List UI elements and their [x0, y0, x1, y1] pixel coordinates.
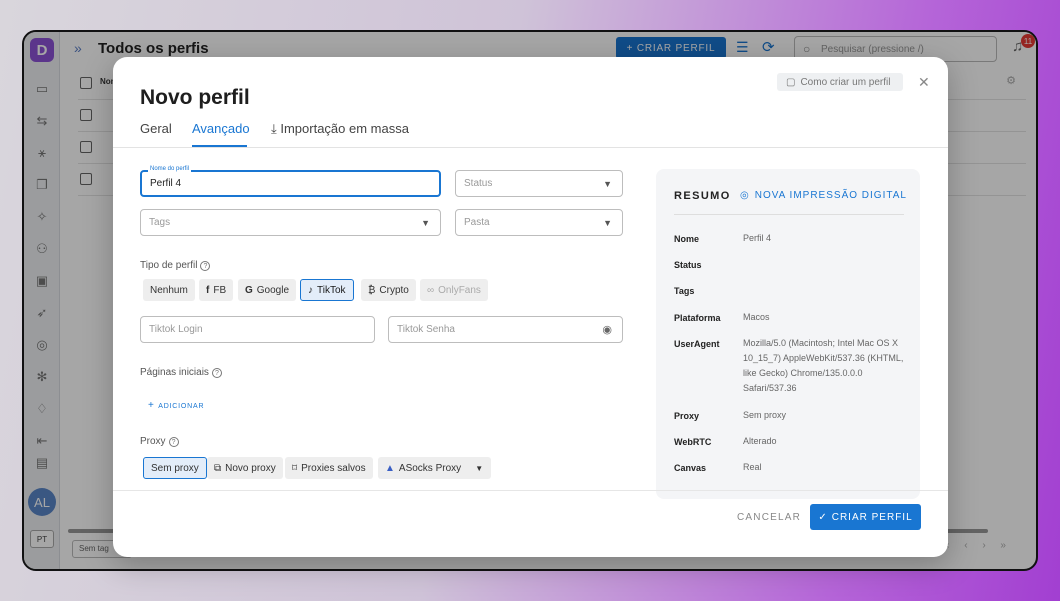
profile-name-field[interactable]: Nome do perfil Perfil 4 [140, 166, 441, 197]
summary-value-webrtc: Alterado [743, 436, 777, 446]
create-profile-submit-button[interactable]: ✓ CRIAR PERFIL [810, 504, 921, 530]
eye-icon[interactable]: ◉ [602, 323, 612, 336]
new-fingerprint-label: NOVA IMPRESSÃO DIGITAL [754, 190, 907, 201]
summary-key-tags: Tags [674, 286, 695, 296]
type-fb-label: FB [213, 284, 227, 296]
chevron-down-icon[interactable]: ▼ [475, 464, 483, 473]
tags-placeholder: Tags [149, 217, 171, 228]
proxy-label: Proxy [140, 436, 166, 447]
close-icon[interactable]: ✕ [918, 74, 930, 91]
how-to-label: Como criar um perfil [800, 76, 891, 88]
monitor-icon: ▢ [786, 76, 796, 88]
summary-key-name: Nome [674, 234, 700, 244]
proxy-asocks-label: ASocks Proxy [398, 462, 462, 474]
tabs-divider [113, 147, 948, 148]
type-onlyfans-label: OnlyFans [438, 284, 481, 296]
type-fb-chip[interactable]: f FB [199, 279, 234, 301]
fingerprint-icon: ◎ [740, 190, 750, 201]
profile-type-section: Tipo de perfil? [140, 260, 211, 271]
plus-icon: + [148, 400, 159, 411]
tiktok-login-input[interactable]: Tiktok Login [140, 316, 375, 343]
proxy-new-chip[interactable]: ⧉ Novo proxy [207, 457, 283, 479]
type-tiktok-label: TikTok [317, 284, 346, 296]
summary-key-useragent: UserAgent [674, 339, 720, 349]
type-crypto-label: Crypto [379, 284, 409, 296]
tab-bulk-import[interactable]: ⤓ Importação em massa [271, 121, 409, 137]
status-select[interactable]: Status ▼ [455, 170, 623, 197]
summary-divider [674, 214, 904, 215]
folder-select[interactable]: Pasta ▼ [455, 209, 623, 236]
type-google-label: Google [256, 284, 290, 296]
status-placeholder: Status [464, 178, 493, 189]
proxy-asocks-chip[interactable]: ▲ ASocks Proxy ▼ [378, 457, 492, 479]
type-onlyfans-chip: ∞ OnlyFans [420, 279, 488, 301]
bookmark-icon: ⌑ [292, 462, 298, 474]
new-fingerprint-button[interactable]: ◎ NOVA IMPRESSÃO DIGITAL [740, 190, 907, 201]
start-pages-section: Páginas iniciais? [140, 367, 222, 378]
chevron-down-icon: ▼ [603, 218, 612, 228]
chevron-down-icon: ▼ [603, 179, 612, 189]
tab-avancado[interactable]: Avançado [192, 121, 250, 136]
summary-key-platform: Plataforma [674, 313, 721, 323]
help-icon[interactable]: ? [168, 437, 179, 447]
type-google-chip[interactable]: G Google [238, 279, 297, 301]
new-window-icon: ⧉ [214, 462, 222, 474]
crypto-icon: ₿ [368, 284, 376, 296]
create-profile-label: CRIAR PERFIL [831, 511, 913, 523]
footer-divider [113, 490, 948, 491]
chevron-down-icon: ▼ [421, 218, 430, 228]
onlyfans-icon: ∞ [427, 284, 435, 296]
check-icon: ✓ [818, 511, 828, 523]
summary-title: RESUMO [674, 190, 731, 202]
dialog-title: Novo perfil [140, 86, 250, 109]
tab-bulk-import-label: Importação em massa [280, 121, 409, 136]
summary-key-proxy: Proxy [674, 411, 700, 421]
type-none-chip[interactable]: Nenhum [143, 279, 195, 301]
google-icon: G [245, 284, 253, 296]
tags-select[interactable]: Tags ▼ [140, 209, 441, 236]
password-placeholder: Tiktok Senha [397, 324, 455, 335]
proxy-none-chip[interactable]: Sem proxy [143, 457, 207, 479]
summary-platform-text: Macos [743, 312, 770, 322]
how-to-create-link[interactable]: ▢ Como criar um perfil [777, 73, 903, 91]
asocks-icon: ▲ [385, 462, 395, 474]
summary-value-platform: Macos [743, 310, 908, 325]
add-start-page-button[interactable]: + ADICIONAR [148, 400, 204, 411]
profile-name-label: Nome do perfil [148, 166, 192, 172]
type-crypto-chip[interactable]: ₿ Crypto [361, 279, 416, 301]
login-placeholder: Tiktok Login [149, 324, 203, 335]
proxy-section: Proxy? [140, 436, 179, 447]
summary-key-canvas: Canvas [674, 463, 707, 473]
summary-value-useragent: Mozilla/5.0 (Macintosh; Intel Mac OS X 1… [743, 338, 904, 393]
proxy-saved-chip[interactable]: ⌑ Proxies salvos [285, 457, 373, 479]
summary-value-canvas: Real [743, 462, 762, 472]
type-tiktok-chip[interactable]: ♪ TikTok [300, 279, 354, 301]
add-label: ADICIONAR [158, 403, 205, 410]
summary-value-name: Perfil 4 [743, 233, 772, 243]
summary-value-proxy: Sem proxy [743, 410, 787, 420]
proxy-saved-label: Proxies salvos [301, 462, 366, 474]
start-pages-label: Páginas iniciais [140, 367, 209, 378]
tiktok-icon: ♪ [308, 284, 313, 296]
summary-panel: RESUMO ◎ NOVA IMPRESSÃO DIGITAL Nome Perf… [656, 169, 920, 499]
new-profile-dialog: Novo perfil ▢ Como criar um perfil ✕ Ger… [113, 57, 948, 557]
folder-placeholder: Pasta [464, 217, 490, 228]
help-icon[interactable]: ? [200, 261, 211, 271]
tiktok-password-input[interactable]: Tiktok Senha ◉ [388, 316, 623, 343]
proxy-none-label: Sem proxy [151, 462, 199, 474]
summary-key-status: Status [674, 260, 702, 270]
facebook-icon: f [206, 284, 210, 296]
profile-name-value: Perfil 4 [150, 178, 182, 189]
download-icon: ⤓ [271, 121, 281, 136]
tab-geral[interactable]: Geral [140, 121, 172, 136]
summary-key-webrtc: WebRTC [674, 437, 712, 447]
cancel-button[interactable]: CANCELAR [737, 512, 801, 523]
proxy-new-label: Novo proxy [225, 462, 276, 474]
help-icon[interactable]: ? [211, 368, 222, 378]
profile-type-label: Tipo de perfil [140, 260, 198, 271]
type-none-label: Nenhum [150, 284, 188, 296]
